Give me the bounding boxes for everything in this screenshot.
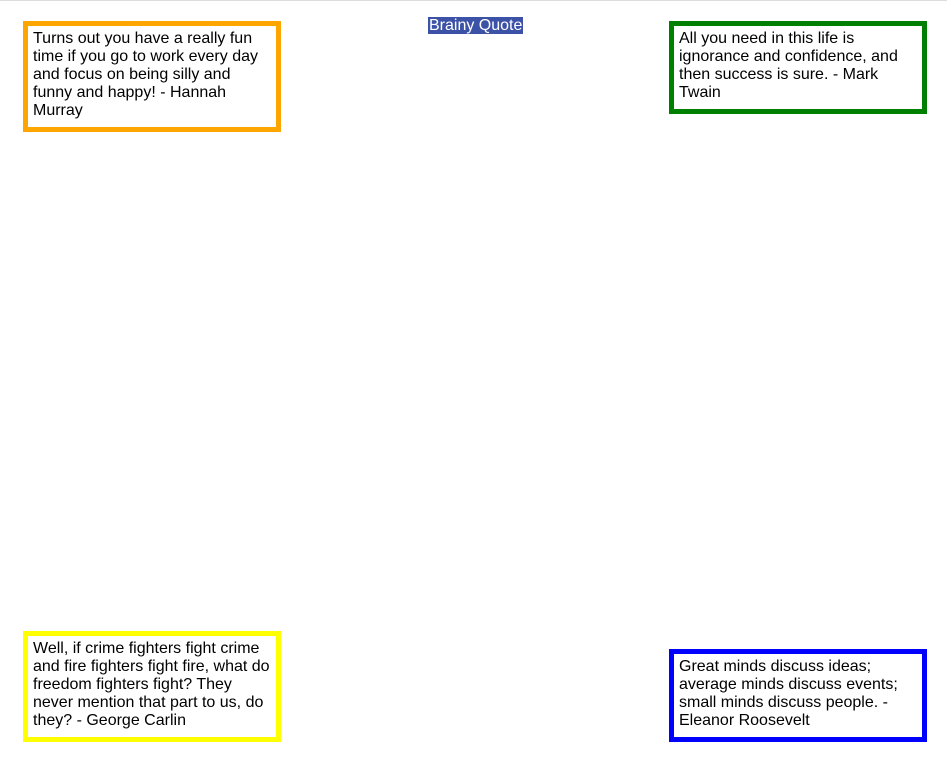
quote-text: All you need in this life is ignorance a… <box>679 30 898 101</box>
quote-text: Great minds discuss ideas; average minds… <box>679 658 898 729</box>
quote-text: Well, if crime fighters fight crime and … <box>33 640 270 729</box>
quote-box-hannah-murray: Turns out you have a really fun time if … <box>23 21 281 132</box>
quote-box-george-carlin: Well, if crime fighters fight crime and … <box>23 631 281 742</box>
quote-box-eleanor-roosevelt: Great minds discuss ideas; average minds… <box>669 649 927 742</box>
page-title: Brainy Quote <box>428 17 524 34</box>
quote-box-mark-twain: All you need in this life is ignorance a… <box>669 21 927 114</box>
quote-text: Turns out you have a really fun time if … <box>33 30 258 119</box>
page: Brainy Quote Turns out you have a really… <box>0 0 947 761</box>
